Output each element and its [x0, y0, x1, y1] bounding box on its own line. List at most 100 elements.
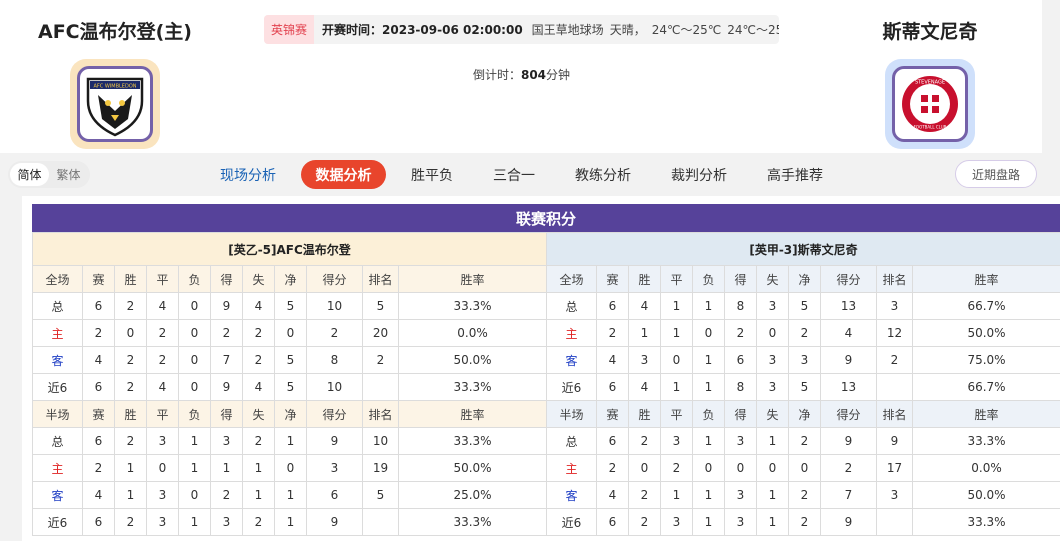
away-team-caption[interactable]: [英甲-3]斯蒂文尼奇	[546, 232, 1060, 266]
away-team-logo[interactable]: STEVENAGE FOOTBALL CLUB	[885, 59, 975, 149]
column-header: 负	[692, 400, 725, 428]
table-cell: 33.3%	[397, 427, 548, 455]
table-cell: 1	[692, 508, 725, 536]
lang-traditional[interactable]: 繁体	[49, 163, 88, 186]
table-cell	[876, 373, 913, 401]
table-cell: 总	[32, 292, 83, 320]
table-cell: 6	[82, 292, 115, 320]
away-caption-row: [英甲-3]斯蒂文尼奇	[546, 232, 1060, 266]
table-cell: 1	[660, 292, 693, 320]
table-row: 客 4 3 0 1 6 3 3 9 2 75.0%	[546, 346, 1060, 374]
column-header: 半场	[546, 400, 597, 428]
column-header: 得分	[820, 265, 877, 293]
lang-simplified[interactable]: 简体	[10, 163, 49, 186]
tab-win-draw-lose[interactable]: 胜平负	[404, 160, 460, 189]
tab-live-analysis[interactable]: 现场分析	[213, 160, 283, 189]
away-team-name[interactable]: 斯蒂文尼奇	[816, 17, 1044, 44]
home-team-block: AFC温布尔登(主) AFC WIMBLEDON	[0, 0, 230, 149]
table-cell: 1	[210, 454, 243, 482]
league-badge[interactable]: 英锦赛	[264, 15, 315, 44]
table-cell: 4	[596, 481, 629, 509]
column-header: 胜	[114, 265, 147, 293]
table-cell	[362, 373, 399, 401]
table-cell: 主	[32, 319, 83, 347]
table-cell: 1	[756, 427, 789, 455]
column-header: 净	[274, 265, 307, 293]
column-header: 赛	[596, 400, 629, 428]
home-team-name[interactable]: AFC温布尔登(主)	[0, 17, 230, 44]
column-header: 半场	[32, 400, 83, 428]
table-cell: 5	[274, 346, 307, 374]
table-cell: 1	[692, 481, 725, 509]
column-header: 全场	[32, 265, 83, 293]
kickoff-time: 2023-09-06 02:00:00	[382, 22, 523, 37]
table-cell: 2	[242, 427, 275, 455]
column-header: 胜率	[397, 265, 548, 293]
table-cell: 33.3%	[397, 508, 548, 536]
column-header: 负	[692, 265, 725, 293]
table-cell: 0	[756, 454, 789, 482]
table-cell: 1	[274, 481, 307, 509]
table-cell: 1	[242, 481, 275, 509]
tab-coach-analysis[interactable]: 教练分析	[568, 160, 638, 189]
home-team-caption[interactable]: [英乙-5]AFC温布尔登	[31, 232, 548, 266]
table-cell: 9	[820, 346, 877, 374]
table-cell: 33.3%	[397, 373, 548, 401]
table-cell: 9	[876, 427, 913, 455]
table-cell: 1	[114, 481, 147, 509]
column-header: 失	[756, 400, 789, 428]
countdown-unit: 分钟	[546, 68, 571, 82]
table-cell: 2	[788, 319, 821, 347]
table-cell: 2	[362, 346, 399, 374]
table-cell: 3	[306, 454, 363, 482]
column-header: 负	[178, 265, 211, 293]
table-cell: 5	[788, 373, 821, 401]
table-cell: 2	[306, 319, 363, 347]
table-cell: 10	[306, 373, 363, 401]
table-cell: 33.3%	[912, 427, 1060, 455]
table-cell: 17	[876, 454, 913, 482]
table-cell: 1	[660, 373, 693, 401]
table-cell: 13	[820, 292, 877, 320]
recent-handicap-button[interactable]: 近期盘路	[955, 160, 1037, 188]
table-cell: 33.3%	[912, 508, 1060, 536]
table-cell: 2	[146, 319, 179, 347]
tab-expert-picks[interactable]: 高手推荐	[760, 160, 830, 189]
table-row: 总 6 2 3 1 3 1 2 9 9 33.3%	[546, 427, 1060, 455]
tab-referee-analysis[interactable]: 裁判分析	[664, 160, 734, 189]
table-cell: 9	[210, 373, 243, 401]
table-cell: 3	[146, 427, 179, 455]
column-header: 赛	[596, 265, 629, 293]
table-cell: 6	[596, 427, 629, 455]
away-half-header-row: 半场赛胜平负得失净得分 排名 胜率	[546, 400, 1060, 428]
table-cell: 13	[820, 373, 877, 401]
table-cell: 8	[306, 346, 363, 374]
table-cell: 6	[724, 346, 757, 374]
table-cell: 1	[242, 454, 275, 482]
away-standings-table: [英甲-3]斯蒂文尼奇 全场赛胜平负得失净得分 排名 胜率总 6 4 1 1 8 3 5 13 3 66.…	[546, 232, 1060, 536]
venue: 国王草地球场	[531, 23, 604, 37]
column-header: 得分	[306, 265, 363, 293]
table-cell: 0	[178, 346, 211, 374]
home-team-logo[interactable]: AFC WIMBLEDON	[70, 59, 160, 149]
table-cell: 4	[242, 292, 275, 320]
table-cell: 3	[788, 346, 821, 374]
table-cell: 总	[32, 427, 83, 455]
table-cell: 4	[146, 292, 179, 320]
column-header: 排名	[876, 400, 913, 428]
table-row: 近6 6 2 3 1 3 2 1 9 33.3%	[32, 508, 548, 536]
table-cell: 6	[596, 508, 629, 536]
away-team-block: 斯蒂文尼奇 STEVENAGE FOOTBALL CLUB	[816, 0, 1044, 149]
table-cell: 1	[178, 427, 211, 455]
table-cell: 1	[628, 319, 661, 347]
table-cell: 0	[756, 319, 789, 347]
tab-three-in-one[interactable]: 三合一	[486, 160, 542, 189]
table-cell: 客	[546, 346, 597, 374]
away-full-header-row: 全场赛胜平负得失净得分 排名 胜率	[546, 265, 1060, 293]
table-cell: 4	[596, 346, 629, 374]
table-cell: 客	[546, 481, 597, 509]
table-cell: 4	[628, 373, 661, 401]
table-cell: 0	[178, 319, 211, 347]
table-cell: 8	[724, 292, 757, 320]
tab-data-analysis[interactable]: 数据分析	[301, 160, 386, 189]
